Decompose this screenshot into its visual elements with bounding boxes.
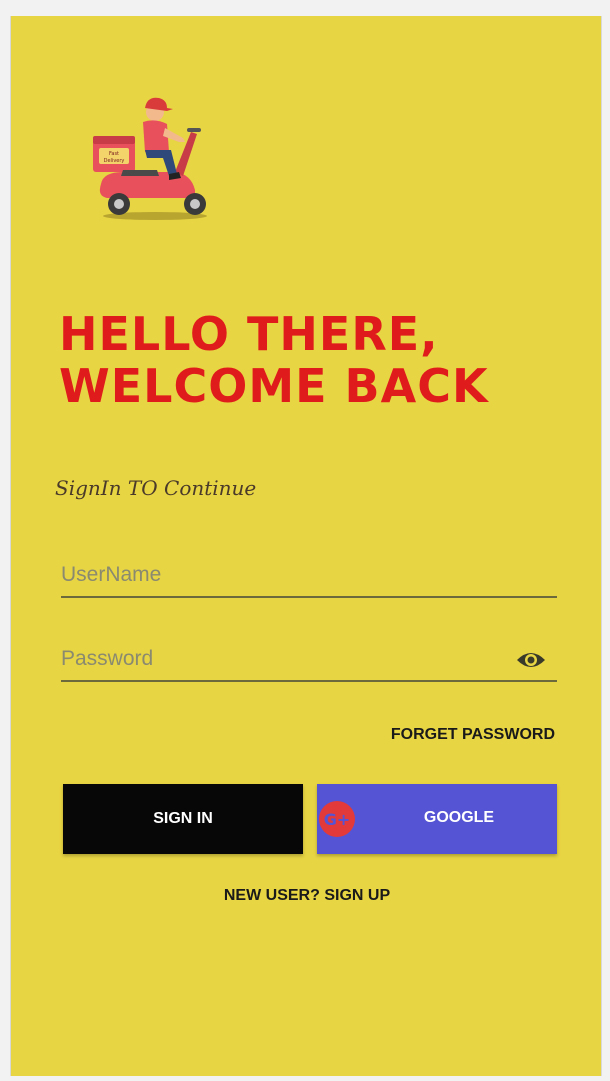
sign-in-button[interactable]: SIGN IN [63,784,303,854]
login-screen: Fast Delivery HELLO THERE, WELCOME BACK … [10,16,602,1076]
password-field-container [61,640,557,682]
delivery-scooter-icon: Fast Delivery [93,97,207,220]
subtitle: SignIn TO Continue [55,476,257,500]
google-sign-in-button[interactable]: G+ GOOGLE [317,784,557,854]
password-input[interactable] [61,640,501,678]
sign-up-link[interactable]: NEW USER? SIGN UP [11,886,601,906]
page-title: HELLO THERE, WELCOME BACK [59,308,579,412]
google-button-label: GOOGLE [423,809,495,826]
logo-text-2: Delivery [104,158,125,164]
title-line-2: WELCOME BACK [59,359,489,413]
title-line-1: HELLO THERE, [59,307,439,361]
username-input[interactable] [61,556,501,594]
eye-icon[interactable] [515,648,547,672]
forget-password-link[interactable]: FORGET PASSWORD [391,726,555,744]
logo-text-1: Fast [109,151,119,157]
username-field-container [61,556,557,598]
